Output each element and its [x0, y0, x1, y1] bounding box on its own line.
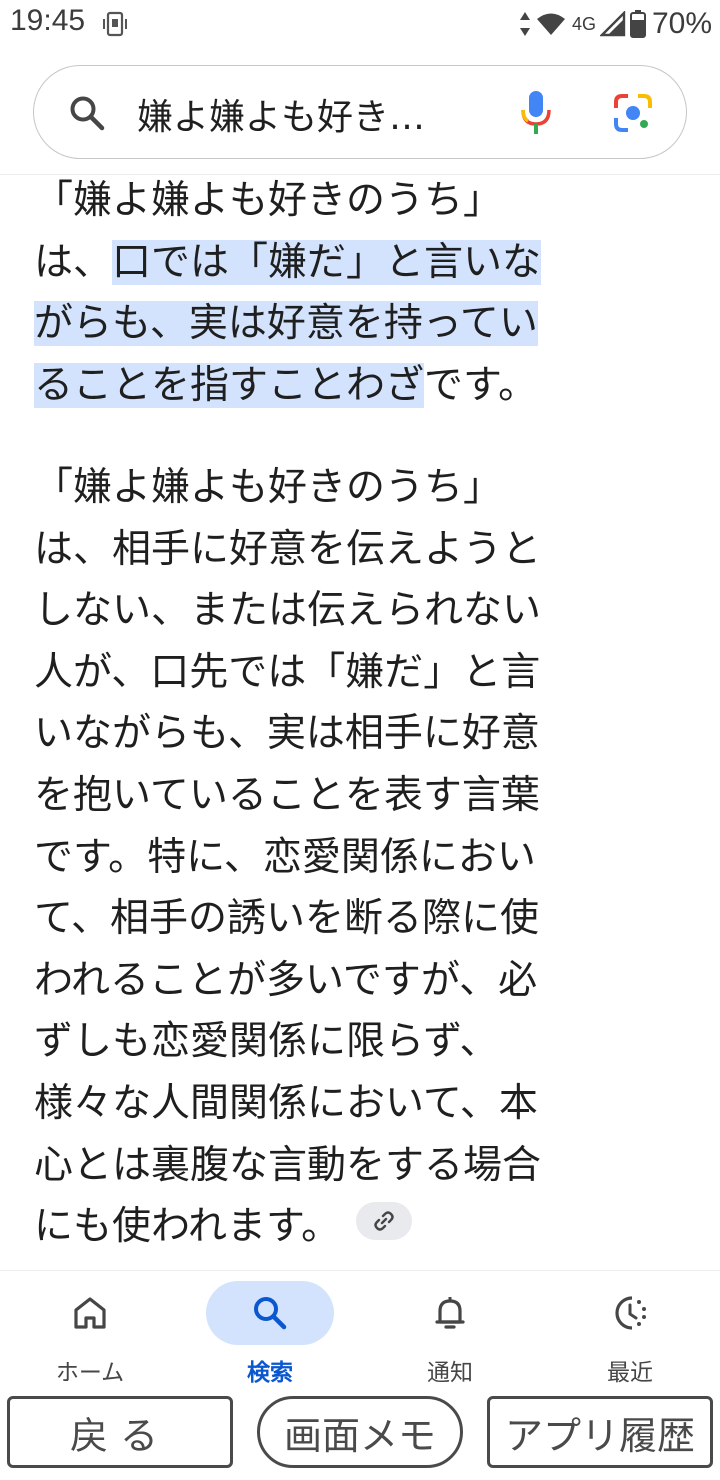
recent-icon	[615, 1296, 646, 1330]
text-line: です。特に、恋愛関係におい	[34, 834, 536, 880]
vibrate-icon	[103, 11, 127, 37]
battery-percent: 70%	[651, 7, 712, 40]
text-line: ずしも恋愛関係に限らず、	[34, 1019, 499, 1065]
search-icon	[254, 1297, 287, 1330]
signal-icon	[599, 11, 626, 37]
text-segment: です。	[424, 362, 538, 408]
status-indicators: 4G 70%	[518, 6, 712, 42]
summary-paragraph: 「嫌よ嫌よも好きのうち」 は、口では「嫌だ」と言いな がらも、実は好意を持ってい…	[34, 175, 684, 416]
back-button[interactable]: 戻る	[7, 1396, 233, 1468]
status-bar: 19:45 4G 70%	[0, 0, 720, 50]
search-query[interactable]: 嫌よ嫌よも好き…	[137, 88, 425, 140]
nav-label: 最近	[607, 1360, 653, 1386]
text-line: は、口では「嫌だ」と言いな	[34, 232, 684, 294]
text-line: 様々な人間関係において、本	[34, 1080, 538, 1126]
nav-recent[interactable]: 最近	[540, 1271, 720, 1391]
text-line: 「嫌よ嫌よも好きのうち」	[34, 465, 503, 510]
lens-icon[interactable]	[612, 92, 654, 134]
highlighted-text: ることを指すことわざ	[34, 362, 425, 408]
screen-memo-button[interactable]: 画面メモ	[257, 1396, 463, 1468]
mic-icon[interactable]	[520, 88, 552, 138]
search-icon[interactable]	[68, 94, 106, 132]
text-line: を抱いていることを表す言葉	[34, 772, 540, 818]
nav-label: 通知	[427, 1360, 473, 1386]
text-segment: にも使われます。	[34, 1204, 341, 1250]
detail-paragraph: 「嫌よ嫌よも好きのうち」 は、相手に好意を伝えようと しない、または伝えられない…	[34, 457, 684, 1258]
search-bar[interactable]: 嫌よ嫌よも好き…	[33, 65, 687, 159]
nav-notifications[interactable]: 通知	[360, 1271, 540, 1391]
nav-home[interactable]: ホーム	[0, 1271, 180, 1391]
battery-icon	[629, 10, 646, 38]
source-link-button[interactable]	[356, 1201, 413, 1240]
home-icon	[74, 1297, 106, 1329]
text-line: にも使われます。	[34, 1196, 684, 1258]
wifi-icon	[536, 13, 565, 35]
text-line: 人が、口先では「嫌だ」と言	[34, 649, 541, 695]
text-line: いながらも、実は相手に好意	[34, 711, 540, 757]
search-header: 嫌よ嫌よも好き…	[0, 50, 720, 175]
highlighted-text: 口では「嫌だ」と言いな	[112, 239, 542, 285]
text-line: ることを指すことわざです。	[34, 355, 684, 417]
app-history-button[interactable]: アプリ履歴	[487, 1396, 713, 1468]
text-line: て、相手の誘いを断る際に使	[34, 896, 540, 942]
nav-label: 検索	[247, 1360, 293, 1386]
network-type: 4G	[571, 13, 596, 34]
text-line: 心とは裏腹な言動をする場合	[34, 1142, 542, 1188]
link-icon	[374, 1210, 394, 1231]
bottom-navigation: ホーム 検索 通知 最近	[0, 1270, 720, 1390]
text-line: 「嫌よ嫌よも好きのうち」	[34, 178, 503, 223]
text-segment: は、	[34, 239, 113, 285]
answer-content: 「嫌よ嫌よも好きのうち」 は、口では「嫌だ」と言いな がらも、実は好意を持ってい…	[0, 175, 720, 1270]
status-time: 19:45	[10, 4, 86, 37]
nav-search[interactable]: 検索	[180, 1271, 360, 1391]
text-line: われることが多いですが、必	[34, 957, 538, 1003]
data-arrows-icon	[519, 12, 530, 36]
highlighted-text: がらも、実は好意を持ってい	[34, 301, 538, 347]
bell-icon	[435, 1297, 465, 1329]
text-line: は、相手に好意を伝えようと	[34, 526, 542, 572]
text-line: がらも、実は好意を持ってい	[34, 293, 684, 355]
system-button-bar: 戻る 画面メモ アプリ履歴	[0, 1390, 720, 1480]
nav-label: ホーム	[55, 1360, 125, 1386]
text-line: しない、または伝えられない	[34, 588, 542, 634]
